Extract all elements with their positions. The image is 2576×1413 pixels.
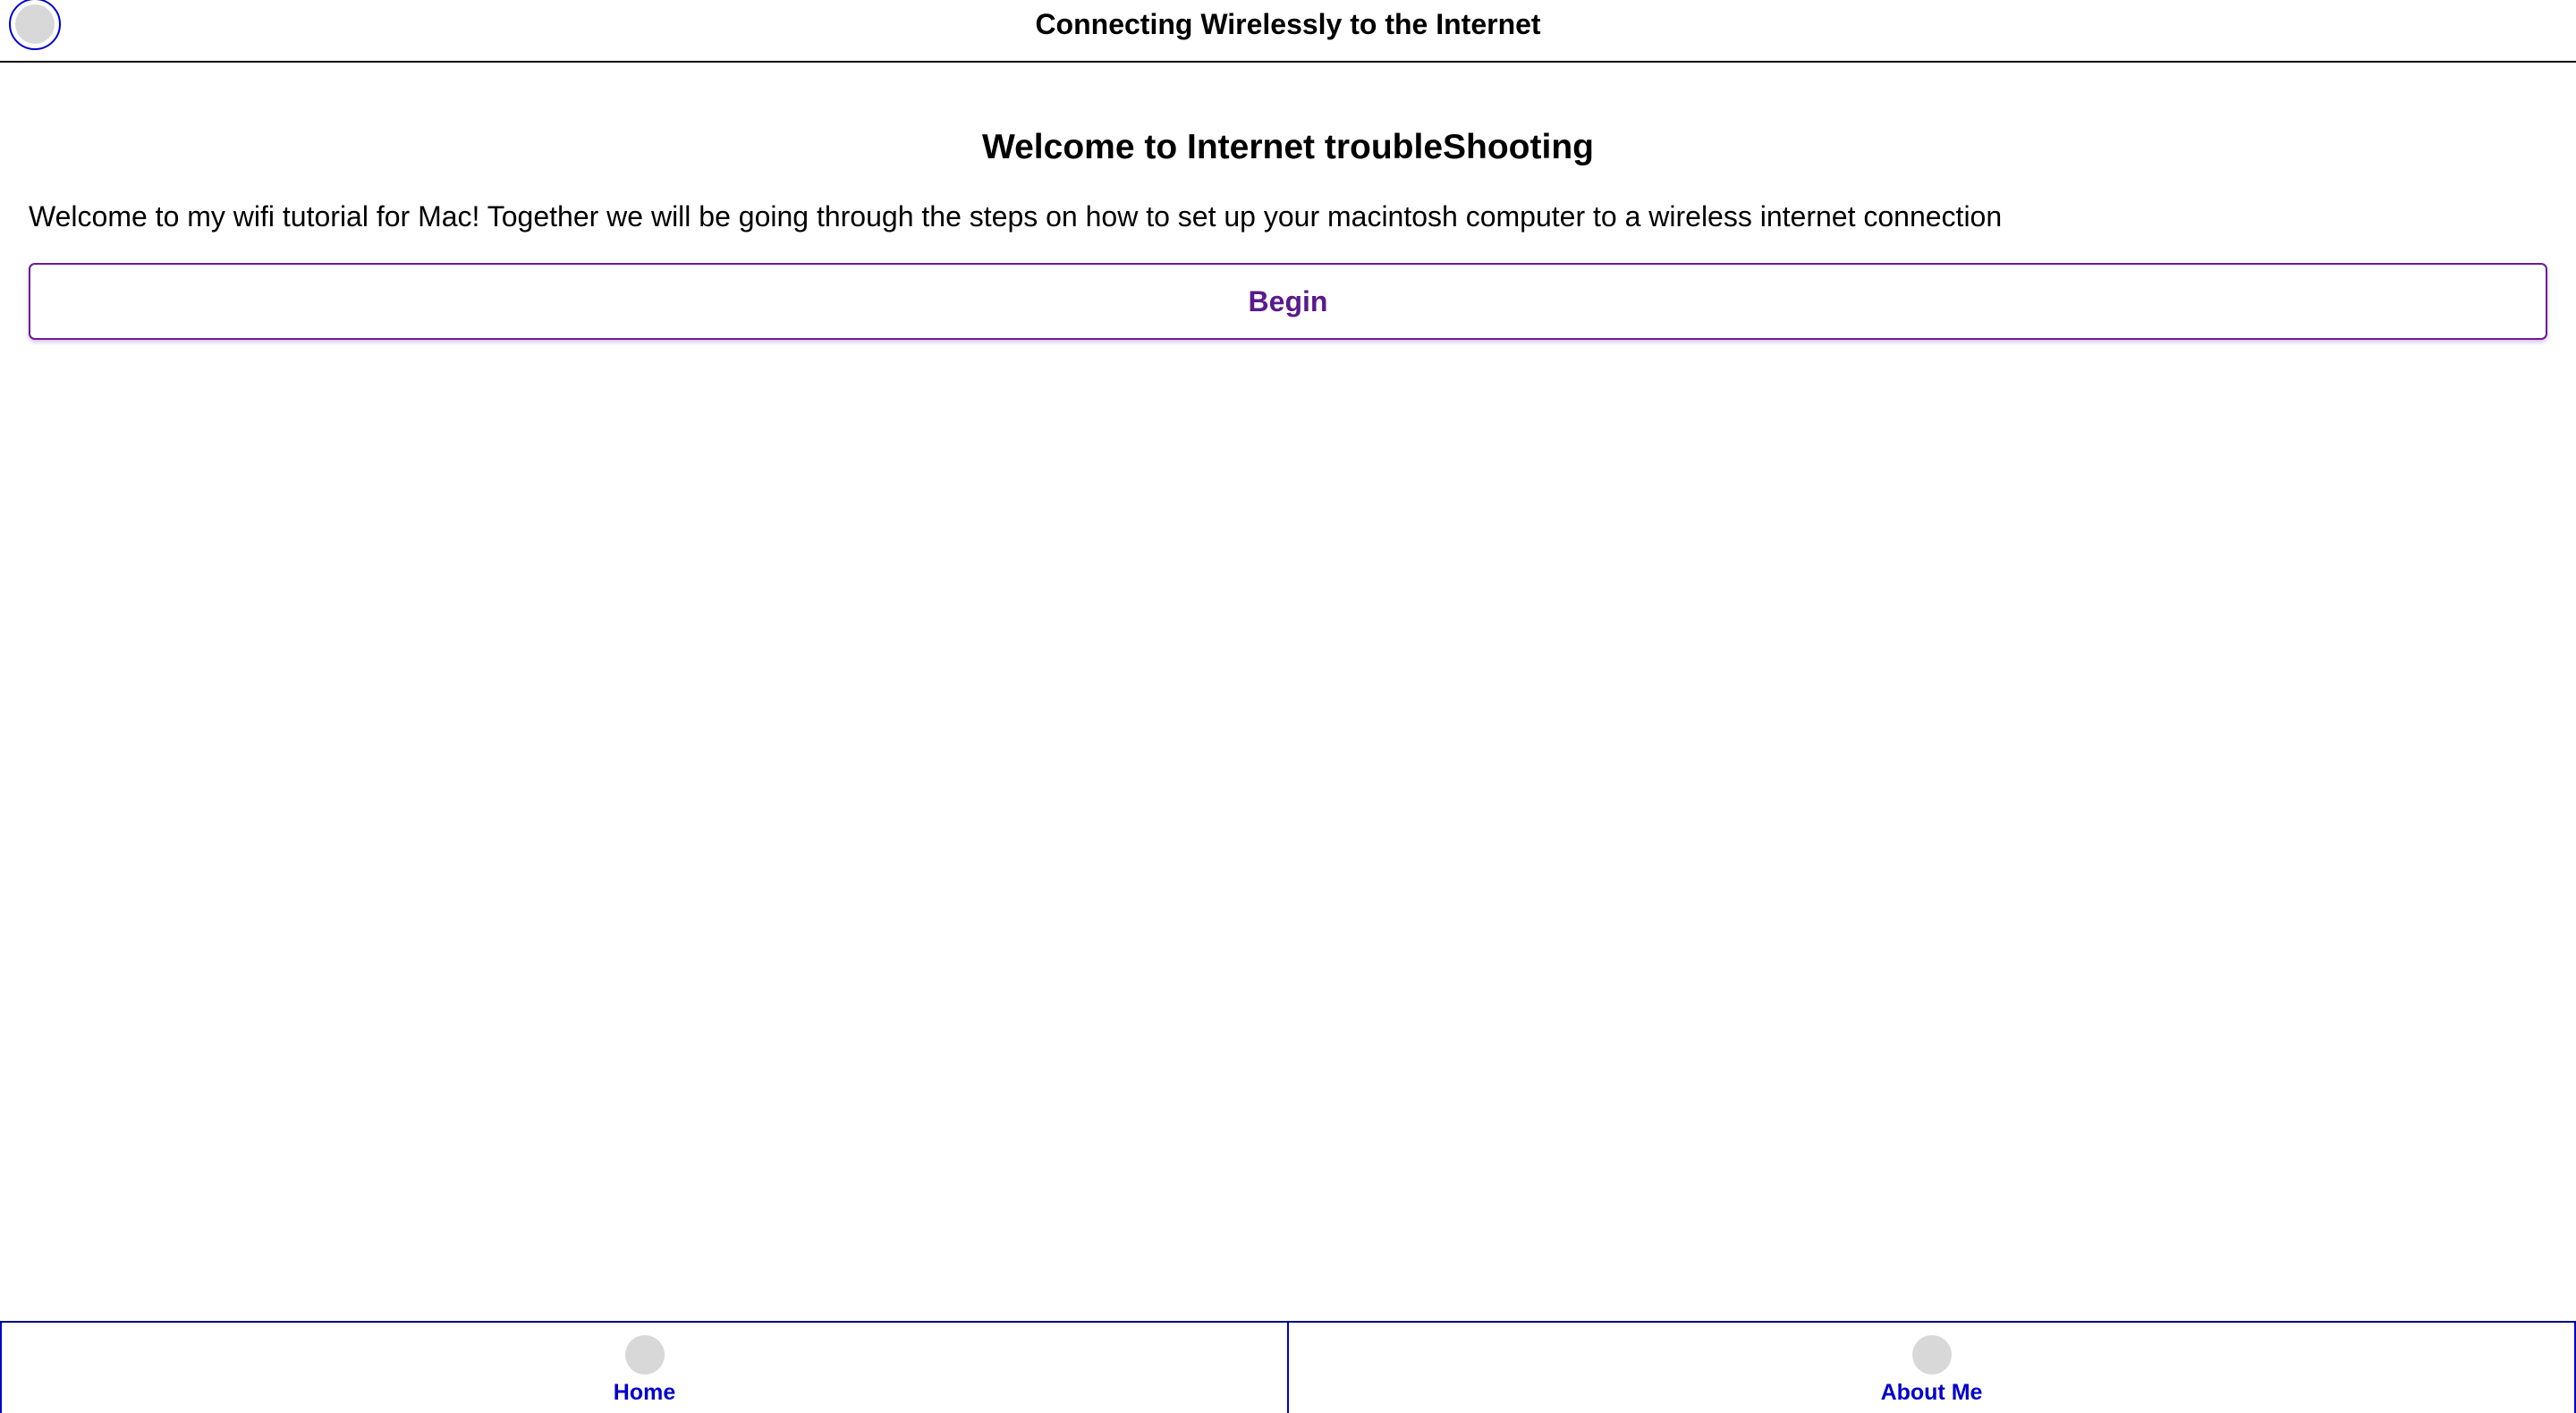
tab-bar: Home About Me [0, 1321, 2576, 1413]
page-title: Connecting Wirelessly to the Internet [1035, 7, 1541, 40]
tab-home[interactable]: Home [0, 1323, 1287, 1413]
tab-home-label: Home [613, 1380, 676, 1405]
circle-icon [15, 4, 55, 44]
intro-text: Welcome to my wifi tutorial for Mac! Tog… [29, 200, 2003, 233]
main-content: Welcome to Internet troubleShooting Welc… [29, 63, 2547, 340]
home-icon [624, 1335, 665, 1375]
begin-button[interactable]: Begin [29, 263, 2547, 340]
header-menu-button[interactable] [9, 0, 61, 50]
tab-about-me-label: About Me [1880, 1380, 1983, 1405]
welcome-heading: Welcome to Internet troubleShooting [982, 128, 1594, 166]
tab-about-me[interactable]: About Me [1287, 1323, 2576, 1413]
header-bar: Connecting Wirelessly to the Internet [0, 0, 2576, 63]
about-icon [1911, 1335, 1952, 1375]
